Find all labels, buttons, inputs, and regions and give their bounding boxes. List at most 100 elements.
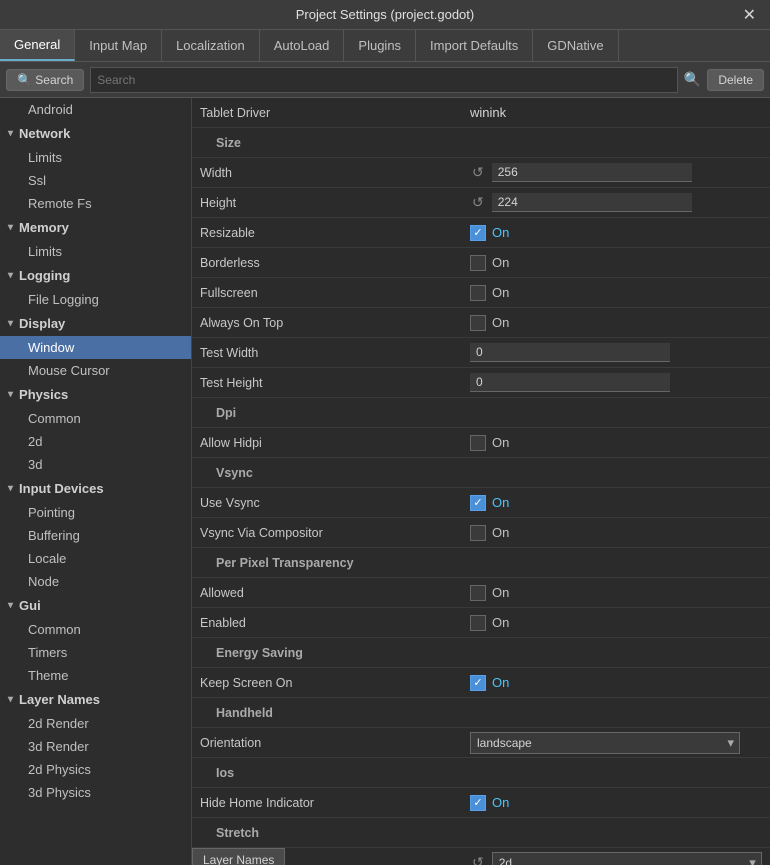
resizable-checkbox[interactable] — [470, 225, 486, 241]
height-reset-button[interactable]: ↺ — [470, 192, 486, 213]
width-label: Width — [200, 162, 470, 184]
tab-gdnative[interactable]: GDNative — [533, 30, 618, 61]
test-height-value — [470, 373, 762, 392]
search-button[interactable]: 🔍 Search — [6, 69, 84, 91]
tab-autoload[interactable]: AutoLoad — [260, 30, 345, 61]
stretch-mode-select[interactable]: disabled 2d viewport — [492, 852, 762, 865]
sidebar-item-ssl[interactable]: Ssl — [0, 169, 191, 192]
close-button[interactable]: ✕ — [737, 3, 762, 27]
always-on-top-label: Always On Top — [200, 312, 470, 334]
tablet-driver-value: winink — [470, 105, 762, 120]
tablet-driver-label: Tablet Driver — [200, 102, 470, 124]
tab-import-defaults[interactable]: Import Defaults — [416, 30, 533, 61]
sidebar-item-mem-limits[interactable]: Limits — [0, 240, 191, 263]
sidebar-item-buffering[interactable]: Buffering — [0, 524, 191, 547]
sidebar-section-memory[interactable]: ▾Memory — [0, 215, 191, 240]
tablet-driver-text: winink — [470, 105, 506, 120]
allowed-checkbox[interactable] — [470, 585, 486, 601]
height-row: Height ↺ — [192, 188, 770, 218]
sidebar-item-mouse-cursor[interactable]: Mouse Cursor — [0, 359, 191, 382]
stretch-header: Stretch — [200, 822, 470, 844]
borderless-checkbox[interactable] — [470, 255, 486, 271]
enabled-on-label: On — [492, 615, 509, 630]
allow-hidpi-label: Allow Hidpi — [200, 432, 470, 454]
use-vsync-checkbox[interactable] — [470, 495, 486, 511]
sidebar-item-window[interactable]: Window — [0, 336, 191, 359]
dpi-header-row: Dpi — [192, 398, 770, 428]
width-value: ↺ — [470, 162, 762, 183]
search-input[interactable] — [90, 67, 678, 93]
orientation-value: landscape portrait sensor_landscape sens… — [470, 732, 762, 754]
orientation-select[interactable]: landscape portrait sensor_landscape sens… — [470, 732, 740, 754]
energy-saving-header: Energy Saving — [200, 642, 470, 664]
sidebar-section-logging[interactable]: ▾Logging — [0, 263, 191, 288]
sidebar-item-phys-common[interactable]: Common — [0, 407, 191, 430]
fullscreen-label: Fullscreen — [200, 282, 470, 304]
search-icon-button[interactable]: 🔍 — [684, 71, 701, 88]
sidebar-section-network[interactable]: ▾Network — [0, 121, 191, 146]
sidebar-item-node[interactable]: Node — [0, 570, 191, 593]
tab-general[interactable]: General — [0, 30, 75, 61]
sidebar-item-3d-render[interactable]: 3d Render — [0, 735, 191, 758]
sidebar-item-remote-fs[interactable]: Remote Fs — [0, 192, 191, 215]
ios-header-row: Ios — [192, 758, 770, 788]
tab-plugins[interactable]: Plugins — [344, 30, 416, 61]
width-input[interactable] — [492, 163, 692, 182]
test-height-input[interactable] — [470, 373, 670, 392]
sidebar-item-timers[interactable]: Timers — [0, 641, 191, 664]
dpi-header: Dpi — [200, 402, 470, 424]
fullscreen-row: Fullscreen On — [192, 278, 770, 308]
title-bar: Project Settings (project.godot) ✕ — [0, 0, 770, 30]
stretch-mode-dropdown-wrapper: disabled 2d viewport — [492, 852, 762, 865]
allow-hidpi-row: Allow Hidpi On — [192, 428, 770, 458]
sidebar: Android ▾Network Limits Ssl Remote Fs ▾M… — [0, 98, 192, 865]
sidebar-item-gui-common[interactable]: Common — [0, 618, 191, 641]
sidebar-section-display[interactable]: ▾Display — [0, 311, 191, 336]
sidebar-item-2d-physics[interactable]: 2d Physics — [0, 758, 191, 781]
sidebar-item-limits[interactable]: Limits — [0, 146, 191, 169]
sidebar-section-input-devices[interactable]: ▾Input Devices — [0, 476, 191, 501]
handheld-header-row: Handheld — [192, 698, 770, 728]
sidebar-section-physics[interactable]: ▾Physics — [0, 382, 191, 407]
hide-home-indicator-checkbox[interactable] — [470, 795, 486, 811]
stretch-mode-reset-button[interactable]: ↺ — [470, 852, 486, 865]
fullscreen-on-label: On — [492, 285, 509, 300]
sidebar-section-gui[interactable]: ▾Gui — [0, 593, 191, 618]
allow-hidpi-on-label: On — [492, 435, 509, 450]
sidebar-item-file-logging[interactable]: File Logging — [0, 288, 191, 311]
width-reset-button[interactable]: ↺ — [470, 162, 486, 183]
sidebar-item-3d-physics[interactable]: 3d Physics — [0, 781, 191, 804]
enabled-row: Enabled On — [192, 608, 770, 638]
vsync-header: Vsync — [200, 462, 470, 484]
size-header-row: Size — [192, 128, 770, 158]
test-width-input[interactable] — [470, 343, 670, 362]
enabled-checkbox[interactable] — [470, 615, 486, 631]
sidebar-item-locale[interactable]: Locale — [0, 547, 191, 570]
stretch-header-row: Stretch — [192, 818, 770, 848]
allowed-value: On — [470, 585, 762, 601]
resizable-value: On — [470, 225, 762, 241]
allow-hidpi-checkbox[interactable] — [470, 435, 486, 451]
sidebar-item-pointing[interactable]: Pointing — [0, 501, 191, 524]
vsync-compositor-checkbox[interactable] — [470, 525, 486, 541]
fullscreen-value: On — [470, 285, 762, 301]
hide-home-indicator-on-label: On — [492, 795, 509, 810]
height-input[interactable] — [492, 193, 692, 212]
always-on-top-checkbox[interactable] — [470, 315, 486, 331]
delete-button[interactable]: Delete — [707, 69, 764, 91]
tab-localization[interactable]: Localization — [162, 30, 260, 61]
sidebar-section-layer-names[interactable]: ▾Layer Names — [0, 687, 191, 712]
sidebar-item-android[interactable]: Android — [0, 98, 191, 121]
tab-input-map[interactable]: Input Map — [75, 30, 162, 61]
enabled-label: Enabled — [200, 612, 470, 634]
tab-bar: General Input Map Localization AutoLoad … — [0, 30, 770, 62]
sidebar-item-theme[interactable]: Theme — [0, 664, 191, 687]
sidebar-item-phys-3d[interactable]: 3d — [0, 453, 191, 476]
sidebar-item-2d-render[interactable]: 2d Render — [0, 712, 191, 735]
orientation-label: Orientation — [200, 732, 470, 754]
window-title: Project Settings (project.godot) — [296, 7, 474, 22]
sidebar-item-phys-2d[interactable]: 2d — [0, 430, 191, 453]
use-vsync-on-label: On — [492, 495, 509, 510]
keep-screen-on-checkbox[interactable] — [470, 675, 486, 691]
fullscreen-checkbox[interactable] — [470, 285, 486, 301]
